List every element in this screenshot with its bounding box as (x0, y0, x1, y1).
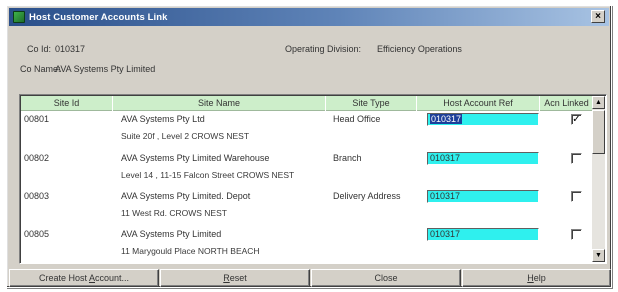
site-name-cell: AVA Systems Pty Limited Warehouse (121, 153, 270, 163)
acn-linked-checkbox[interactable] (571, 191, 582, 202)
site-type-cell: Delivery Address (333, 191, 401, 201)
app-icon (13, 11, 25, 23)
site-type-cell: Head Office (333, 114, 381, 124)
column-header-host-account-ref[interactable]: Host Account Ref (417, 96, 540, 111)
close-icon[interactable]: × (591, 10, 605, 23)
co-id-value: 010317 (55, 44, 86, 54)
acn-linked-checkbox[interactable] (571, 153, 582, 164)
site-name-cell: AVA Systems Pty Limited. Depot (121, 191, 251, 201)
host-account-ref-input[interactable]: 010317 (427, 152, 539, 165)
site-accounts-grid[interactable]: Site Id Site Name Site Type Host Account… (19, 94, 607, 264)
site-id-cell: 00802 (24, 153, 50, 163)
operating-division-value: Efficiency Operations (377, 44, 462, 54)
window-title: Host Customer Accounts Link (29, 11, 168, 23)
button-bar: Create Host Account... Reset Close Help (9, 269, 611, 287)
column-header-site-name[interactable]: Site Name (113, 96, 326, 111)
close-button[interactable]: Close (311, 269, 461, 287)
operating-division-label: Operating Division: (285, 44, 362, 54)
site-address-cell: 11 West Rd. CROWS NEST (121, 208, 227, 218)
acn-linked-checkbox[interactable]: ✓ (571, 114, 582, 125)
create-host-account-button[interactable]: Create Host Account... (9, 269, 159, 287)
reset-button[interactable]: Reset (160, 269, 310, 287)
site-address-cell: 11 Marygould Place NORTH BEACH (121, 246, 260, 256)
scroll-thumb[interactable] (592, 110, 605, 154)
acn-linked-checkbox[interactable] (571, 229, 582, 240)
reset-label-post: eset (229, 273, 247, 283)
host-account-ref-input[interactable]: 010317 (427, 113, 539, 126)
scroll-down-icon[interactable]: ▼ (592, 249, 605, 262)
column-header-acn-linked[interactable]: Acn Linked (540, 96, 594, 111)
host-account-ref-input[interactable]: 010317 (427, 228, 539, 241)
table-row[interactable]: 00801 AVA Systems Pty Ltd Suite 20f , Le… (21, 112, 594, 150)
site-name-cell: AVA Systems Pty Limited (121, 229, 222, 239)
site-address-cell: Level 14 , 11-15 Falcon Street CROWS NES… (121, 170, 295, 180)
site-type-cell: Branch (333, 153, 362, 163)
title-bar[interactable]: Host Customer Accounts Link × (9, 8, 609, 26)
selected-text: 010317 (430, 114, 463, 124)
scroll-up-icon[interactable]: ▲ (592, 96, 605, 109)
co-name-value: AVA Systems Pty Limited (55, 64, 156, 74)
create-label-pre: Create Host (38, 273, 89, 283)
site-id-cell: 00801 (24, 114, 50, 124)
co-id-label: Co Id: (27, 44, 52, 54)
site-name-cell: AVA Systems Pty Ltd (121, 114, 205, 124)
column-header-site-type[interactable]: Site Type (326, 96, 417, 111)
help-button[interactable]: Help (462, 269, 611, 287)
table-row[interactable]: 00805 AVA Systems Pty Limited 11 Marygou… (21, 226, 594, 263)
column-header-site-id[interactable]: Site Id (21, 96, 113, 111)
table-row[interactable]: 00802 AVA Systems Pty Limited Warehouse … (21, 150, 594, 188)
create-label-post: ccount... (95, 273, 130, 283)
grid-header-row: Site Id Site Name Site Type Host Account… (21, 96, 594, 111)
host-customer-accounts-link-window: Host Customer Accounts Link × Co Id: 010… (6, 5, 612, 288)
host-account-ref-input[interactable]: 010317 (427, 190, 539, 203)
help-label-post: elp (533, 273, 546, 283)
vertical-scrollbar[interactable]: ▲ ▼ (592, 96, 605, 262)
close-label: Close (374, 273, 398, 283)
site-id-cell: 00803 (24, 191, 50, 201)
site-address-cell: Suite 20f , Level 2 CROWS NEST (121, 131, 250, 141)
site-id-cell: 00805 (24, 229, 50, 239)
table-row[interactable]: 00803 AVA Systems Pty Limited. Depot 11 … (21, 188, 594, 226)
